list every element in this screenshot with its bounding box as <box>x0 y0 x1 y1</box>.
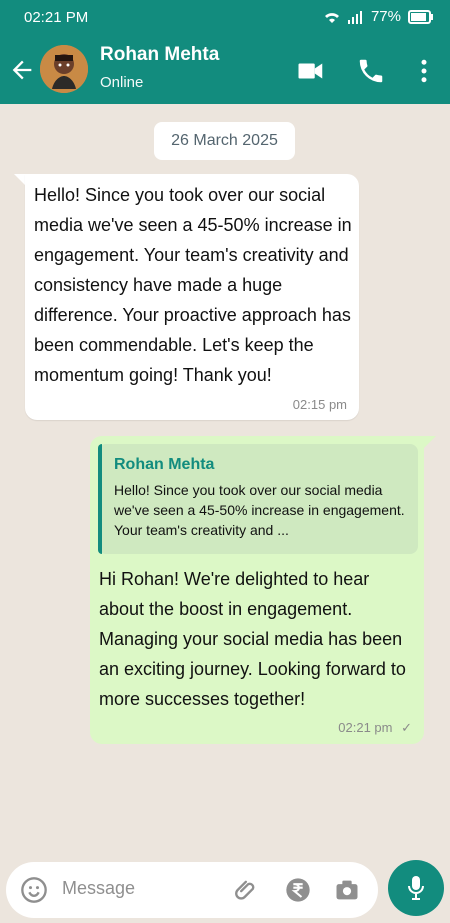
outgoing-message-text: Hi Rohan! We're delighted to hear about … <box>99 569 406 709</box>
more-options-icon[interactable] <box>409 56 439 86</box>
incoming-message-time: 02:15 pm <box>292 397 347 412</box>
composer-bar: Message <box>0 856 450 923</box>
incoming-message-bubble[interactable]: Hello! Since you took over our social me… <box>25 174 359 420</box>
emoji-icon[interactable] <box>20 876 48 904</box>
outgoing-message-time: 02:21 pm <box>338 720 393 735</box>
chat-header: Rohan Mehta Online <box>0 34 450 104</box>
attach-icon[interactable] <box>233 876 261 904</box>
battery-icon <box>408 9 433 24</box>
battery-percent: 77% <box>370 8 401 25</box>
avatar-image <box>40 45 88 93</box>
outgoing-message-meta: 02:21 pm ✓ <box>338 720 412 736</box>
status-time: 02:21 PM <box>24 9 89 26</box>
contact-status: Online <box>100 74 144 91</box>
sent-check-icon: ✓ <box>401 720 412 735</box>
date-separator: 26 March 2025 <box>154 122 295 160</box>
status-icons: 77% <box>323 8 434 25</box>
quoted-text: Hello! Since you took over our social me… <box>114 482 405 538</box>
back-arrow-icon[interactable] <box>8 56 36 84</box>
status-bar: 02:21 PM 77% <box>0 0 450 34</box>
outgoing-message-bubble[interactable]: Rohan Mehta Hello! Since you took over o… <box>90 436 424 744</box>
signal-icon <box>347 10 362 24</box>
message-input[interactable]: Message <box>6 862 378 918</box>
camera-icon[interactable] <box>333 876 361 904</box>
quote-accent-bar <box>98 444 102 554</box>
avatar[interactable] <box>40 45 88 93</box>
contact-name[interactable]: Rohan Mehta <box>100 44 219 66</box>
message-placeholder: Message <box>62 878 136 898</box>
mic-icon <box>408 876 424 900</box>
incoming-message-text: Hello! Since you took over our social me… <box>34 185 352 385</box>
quoted-message[interactable]: Rohan Mehta Hello! Since you took over o… <box>98 444 418 554</box>
video-call-icon[interactable] <box>296 56 326 86</box>
phone-call-icon[interactable] <box>356 56 386 86</box>
chat-area: 26 March 2025 Hello! Since you took over… <box>0 104 450 856</box>
outgoing-bubble-tail <box>424 436 436 448</box>
quoted-sender: Rohan Mehta <box>114 456 215 473</box>
mic-button[interactable] <box>388 860 444 916</box>
rupee-payment-icon[interactable] <box>284 876 312 904</box>
wifi-icon <box>324 12 339 23</box>
